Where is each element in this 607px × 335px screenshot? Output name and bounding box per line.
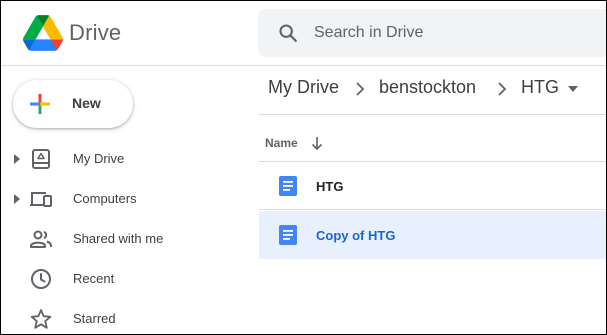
google-doc-icon bbox=[279, 176, 297, 196]
chevron-right-icon bbox=[356, 82, 365, 96]
expand-caret-icon[interactable] bbox=[13, 154, 21, 164]
sidebar-item-label: My Drive bbox=[73, 151, 125, 166]
breadcrumb-htg[interactable]: HTG bbox=[521, 77, 559, 98]
sidebar-item-computers[interactable]: Computers bbox=[1, 179, 251, 219]
shared-with-me-icon bbox=[30, 230, 52, 248]
computers-icon bbox=[30, 192, 52, 207]
file-name: Copy of HTG bbox=[316, 228, 396, 243]
column-header-name[interactable]: Name bbox=[265, 136, 298, 150]
star-icon bbox=[30, 309, 52, 329]
new-button[interactable]: New bbox=[13, 80, 133, 128]
sidebar-item-starred[interactable]: Starred bbox=[1, 299, 251, 334]
file-row[interactable]: HTG bbox=[259, 162, 606, 210]
sidebar-item-recent[interactable]: Recent bbox=[1, 259, 251, 299]
search-icon[interactable] bbox=[277, 22, 299, 44]
clock-icon bbox=[31, 269, 51, 289]
new-button-label: New bbox=[72, 95, 101, 111]
file-name: HTG bbox=[316, 179, 344, 194]
search-bar[interactable] bbox=[258, 9, 606, 57]
sidebar-item-label: Starred bbox=[73, 311, 116, 326]
breadcrumb-benstockton[interactable]: benstockton bbox=[379, 77, 476, 98]
drive-window: Drive New My Dri bbox=[0, 0, 607, 335]
sidebar-item-label: Computers bbox=[73, 191, 137, 206]
plus-icon bbox=[30, 94, 50, 114]
sidebar-nav: My Drive Computers Shared with me Recent… bbox=[1, 139, 251, 334]
breadcrumb-my-drive[interactable]: My Drive bbox=[268, 77, 339, 98]
sort-arrow-down-icon[interactable] bbox=[309, 135, 325, 151]
file-list-header: Name bbox=[259, 114, 606, 162]
sidebar-item-label: Shared with me bbox=[73, 231, 164, 246]
google-doc-icon bbox=[279, 225, 297, 245]
chevron-right-icon bbox=[498, 82, 507, 96]
app-name[interactable]: Drive bbox=[69, 20, 121, 46]
top-bar: Drive bbox=[1, 1, 606, 66]
dropdown-arrow-icon[interactable] bbox=[568, 86, 578, 92]
sidebar-item-shared-with-me[interactable]: Shared with me bbox=[1, 219, 251, 259]
sidebar-item-my-drive[interactable]: My Drive bbox=[1, 139, 251, 179]
expand-caret-icon[interactable] bbox=[13, 194, 21, 204]
file-row-selected[interactable]: Copy of HTG bbox=[259, 211, 606, 259]
my-drive-icon bbox=[32, 149, 50, 169]
sidebar-item-label: Recent bbox=[73, 271, 115, 286]
drive-logo-icon[interactable] bbox=[23, 15, 63, 51]
search-input[interactable] bbox=[314, 9, 604, 57]
